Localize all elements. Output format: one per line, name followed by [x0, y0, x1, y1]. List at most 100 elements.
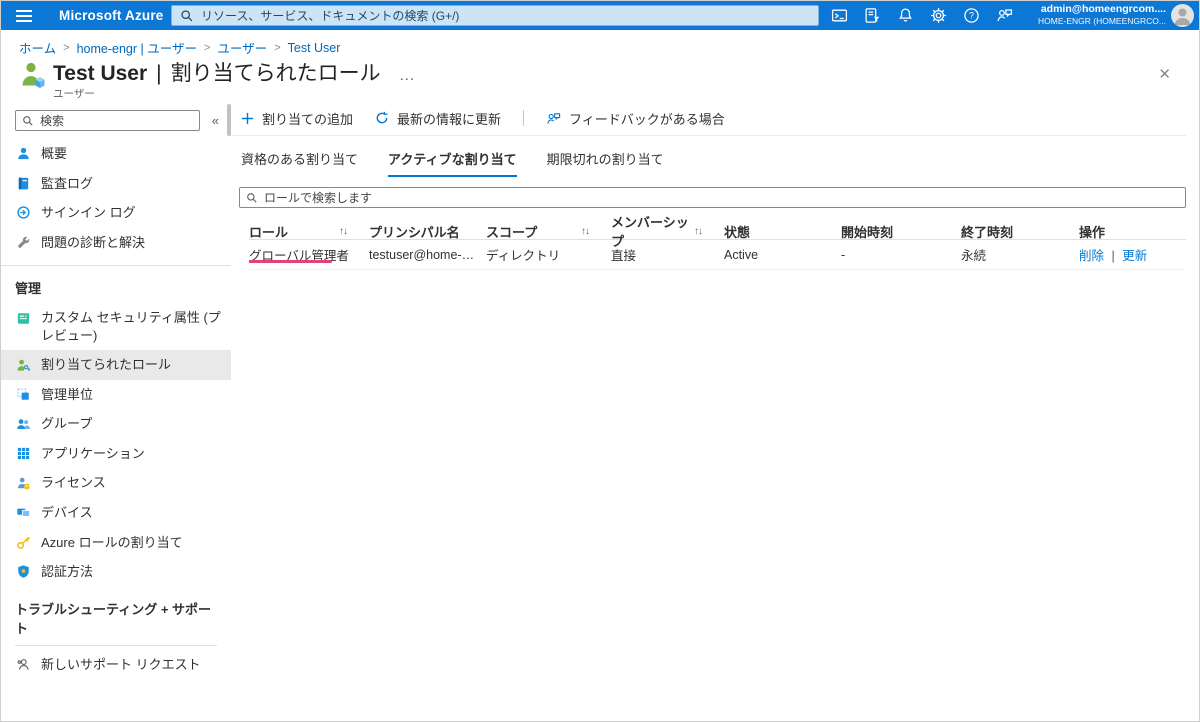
sidebar-menu: 概要 監査ログ サインイン ログ 問題の診断と解決 管理 カスタム セキュリティ… [1, 139, 231, 679]
assigned-roles-icon [15, 358, 31, 373]
search-icon [180, 9, 194, 23]
sidebar-search-box[interactable] [15, 110, 200, 131]
sidebar-item-label: ライセンス [41, 475, 106, 491]
cell-role: グローバル管理者 [249, 245, 369, 264]
cell-end-time: 永続 [961, 249, 987, 263]
sidebar-item-azure-role-assignments[interactable]: Azure ロールの割り当て [1, 528, 231, 558]
cell-principal: testuser@home-engr.... [369, 247, 486, 262]
sidebar-item-groups[interactable]: グループ [1, 409, 231, 439]
sidebar-item-label: サインイン ログ [41, 205, 136, 221]
sidebar-item-label: 認証方法 [41, 564, 94, 580]
breadcrumb-home[interactable]: ホーム [19, 38, 56, 57]
column-header-state: 状態 [724, 224, 751, 240]
cell-membership: 直接 [611, 249, 637, 263]
sidebar-item-authentication-methods[interactable]: 認証方法 [1, 557, 231, 587]
sidebar-item-licenses[interactable]: ライセンス [1, 468, 231, 498]
feedback-icon [546, 111, 561, 126]
sidebar-item-admin-units[interactable]: 管理単位 [1, 380, 231, 410]
plus-icon [241, 112, 254, 125]
refresh-icon [375, 111, 389, 125]
topbar: Microsoft Azure ? [1, 1, 1199, 30]
cell-state: Active [724, 247, 759, 262]
sidebar-item-label: 新しいサポート リクエスト [41, 656, 201, 672]
account-name: admin@homeengrcom.... [1040, 3, 1166, 15]
search-icon [22, 115, 34, 127]
sidebar-item-label: グループ [41, 416, 93, 432]
annotation-underline [249, 259, 332, 263]
admin-unit-icon [15, 387, 31, 402]
search-icon [246, 192, 258, 204]
refresh-button[interactable]: 最新の情報に更新 [375, 109, 501, 128]
column-header-action: 操作 [1079, 224, 1106, 240]
global-search-box[interactable] [171, 5, 819, 26]
column-header-role[interactable]: ロール ↑↓ [249, 222, 369, 241]
account-tenant: HOME-ENGR (HOMEENGRCO... [1038, 15, 1166, 26]
help-icon[interactable]: ? [955, 1, 988, 30]
breadcrumb-tenant-users[interactable]: home-engr | ユーザー [77, 38, 197, 57]
sidebar-item-label: 問題の診断と解決 [41, 234, 146, 250]
sidebar-item-devices[interactable]: デバイス [1, 498, 231, 528]
sidebar-item-new-support-request[interactable]: 新しいサポート リクエスト [1, 650, 231, 680]
update-link[interactable]: 更新 [1122, 249, 1147, 263]
notifications-bell-icon[interactable] [889, 1, 922, 30]
sidebar-item-diagnose-solve[interactable]: 問題の診断と解決 [1, 228, 231, 258]
devices-icon [15, 505, 31, 520]
topbar-icon-group: ? [823, 1, 1021, 30]
tab-expired-assignments[interactable]: 期限切れの割り当て [547, 149, 664, 177]
settings-gear-icon[interactable] [922, 1, 955, 30]
sidebar-item-overview[interactable]: 概要 [1, 139, 231, 169]
sidebar-item-label: 概要 [41, 146, 68, 161]
close-icon[interactable]: ✕ [1158, 65, 1171, 83]
wrench-icon [15, 235, 31, 250]
page-header: Test User | 割り当てられたロール ... ユーザー ✕ [19, 57, 1185, 101]
column-header-scope[interactable]: スコープ ↑↓ [486, 222, 611, 241]
license-icon [15, 476, 31, 491]
tab-eligible-assignments[interactable]: 資格のある割り当て [241, 149, 358, 177]
title-separator: | [156, 62, 162, 85]
breadcrumb-users[interactable]: ユーザー [217, 38, 267, 57]
tab-active-assignments[interactable]: アクティブな割り当て [388, 149, 517, 177]
table-header-row: ロール ↑↓ プリンシパル名 スコープ ↑↓ メンバーシップ ↑↓ 状態 開始時… [249, 212, 1186, 249]
breadcrumb-separator: > [274, 41, 281, 54]
avatar[interactable] [1171, 4, 1194, 27]
sidebar-section-management: 管理 [15, 281, 42, 297]
sidebar-item-applications[interactable]: アプリケーション [1, 439, 231, 469]
feedback-label: フィードバックがある場合 [569, 111, 725, 127]
add-assignment-button[interactable]: 割り当ての追加 [241, 109, 353, 128]
brand-logo[interactable]: Microsoft Azure [59, 8, 164, 23]
custom-security-attributes-icon [15, 311, 31, 326]
sidebar-item-audit-logs[interactable]: 監査ログ [1, 169, 231, 199]
hamburger-menu-icon[interactable] [1, 1, 47, 30]
cell-scope: ディレクトリ [486, 249, 561, 263]
more-actions-icon[interactable]: ... [400, 67, 416, 84]
sidebar-item-custom-security-attributes[interactable]: カスタム セキュリティ属性 (プレビュー) [1, 303, 231, 350]
feedback-icon[interactable] [988, 1, 1021, 30]
assignment-tabs: 資格のある割り当て アクティブな割り当て 期限切れの割り当て [231, 149, 1199, 177]
role-search-box[interactable] [239, 187, 1186, 208]
sidebar-search-input[interactable] [40, 113, 193, 128]
sidebar-item-signin-logs[interactable]: サインイン ログ [1, 198, 231, 228]
role-search-input[interactable] [264, 190, 1179, 205]
table-row[interactable]: グローバル管理者 testuser@home-engr.... ディレクトリ 直… [249, 240, 1186, 270]
global-search-input[interactable] [201, 8, 810, 23]
directory-filter-icon[interactable] [856, 1, 889, 30]
cloud-shell-icon[interactable] [823, 1, 856, 30]
page-title-section: 割り当てられたロール [170, 62, 381, 85]
sidebar-divider [15, 644, 217, 646]
sidebar-section-troubleshooting: トラブルシューティング + サポート [15, 601, 212, 636]
user-avatar-icon [19, 60, 47, 90]
breadcrumb-separator: > [203, 41, 211, 54]
refresh-label: 最新の情報に更新 [397, 111, 502, 127]
groups-icon [15, 417, 31, 432]
assignments-table: ロール ↑↓ プリンシパル名 スコープ ↑↓ メンバーシップ ↑↓ 状態 開始時… [249, 212, 1186, 270]
sidebar-item-assigned-roles[interactable]: 割り当てられたロール [1, 350, 231, 380]
page-subtitle: ユーザー [53, 88, 95, 100]
feedback-button[interactable]: フィードバックがある場合 [546, 109, 725, 128]
svg-text:?: ? [969, 11, 974, 21]
command-bar: 割り当ての追加 最新の情報に更新 フィードバックがある場合 [231, 101, 1186, 136]
column-header-end-time: 終了時刻 [961, 224, 1014, 240]
sidebar-collapse-icon[interactable]: « [208, 113, 223, 128]
delete-link[interactable]: 削除 [1079, 249, 1104, 263]
account-menu[interactable]: admin@homeengrcom.... HOME-ENGR (HOMEENG… [1038, 3, 1166, 26]
breadcrumb-current-user[interactable]: Test User [288, 41, 341, 55]
